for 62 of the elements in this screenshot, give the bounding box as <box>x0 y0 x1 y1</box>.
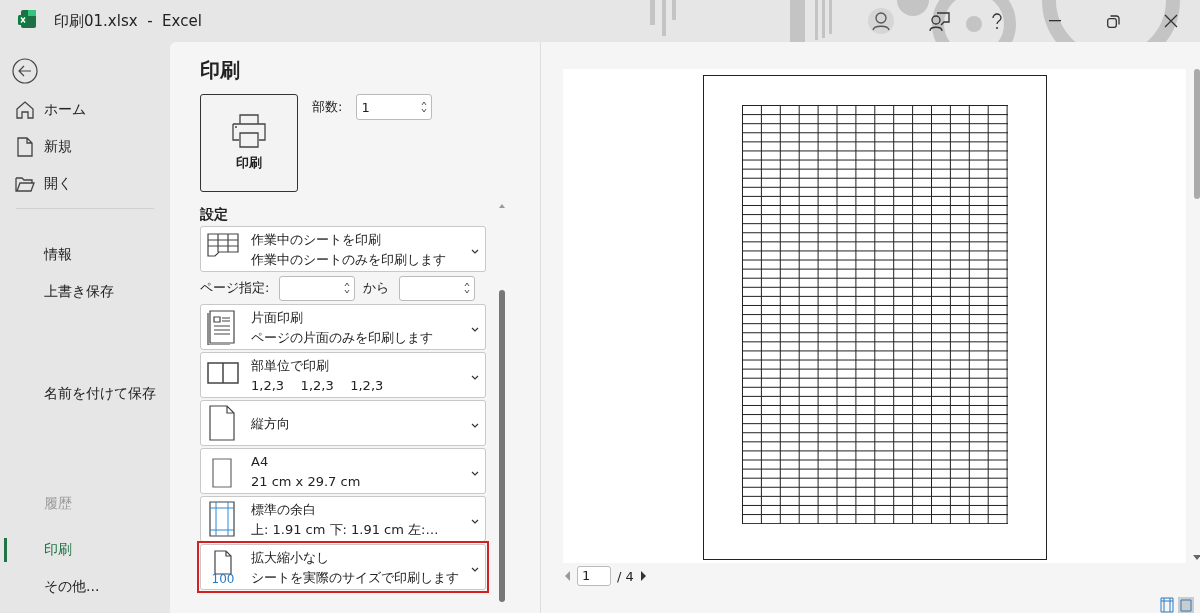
back-button[interactable] <box>12 58 38 84</box>
print-setting-dropdown[interactable]: 100 拡大縮小なし シートを実際のサイズで印刷します <box>200 544 486 590</box>
document-icon <box>15 137 35 157</box>
sidebar-item[interactable]: 情報 <box>0 241 168 269</box>
printer-icon <box>231 114 267 148</box>
sidebar-item[interactable]: 上書き保存 <box>0 278 168 306</box>
print-setting-dropdown[interactable]: 部単位で印刷 1,2,3 1,2,3 1,2,3 <box>200 352 486 398</box>
window-title: 印刷01.xlsx - Excel <box>54 11 202 31</box>
excel-logo-icon <box>18 9 36 29</box>
print-setting-dropdown[interactable]: 片面印刷 ページの片面のみを印刷します <box>200 304 486 350</box>
zoom-to-page-icon <box>1178 597 1194 613</box>
spin-arrows-icon <box>464 282 471 294</box>
page-total-label: / 4 <box>617 568 634 584</box>
sidebar-item[interactable]: 開く <box>0 170 168 198</box>
setting-description: 1,2,3 1,2,3 1,2,3 <box>251 377 385 393</box>
previous-page-icon <box>563 570 571 582</box>
setting-description: 21 cm x 29.7 cm <box>251 473 362 489</box>
sidebar-item[interactable]: ホーム <box>0 96 168 124</box>
show-margins-icon <box>1160 597 1174 613</box>
folder-icon <box>15 174 35 194</box>
setting-title: 片面印刷 <box>251 309 304 325</box>
chevron-down-icon <box>471 566 479 572</box>
print-setting-dropdown[interactable]: 作業中のシートを印刷 作業中のシートのみを印刷します <box>200 226 486 272</box>
setting-title: 拡大縮小なし <box>251 549 330 565</box>
setting-title: 作業中のシートを印刷 <box>251 231 382 247</box>
page-number-field[interactable]: 1 <box>577 566 611 586</box>
page-to-field[interactable] <box>399 275 476 301</box>
page-range-to-label: から <box>363 279 390 297</box>
spin-down-icon <box>421 108 428 113</box>
print-setting-dropdown[interactable]: A4 21 cm x 29.7 cm <box>200 448 486 494</box>
setting-description: 上: 1.91 cm 下: 1.91 cm 左:… <box>251 521 440 537</box>
setting-description: シートを実際のサイズで印刷します <box>251 569 460 585</box>
chevron-down-icon <box>471 248 479 254</box>
sidebar-item[interactable]: 印刷 <box>0 536 168 564</box>
setting-description: ページの片面のみを印刷します <box>251 329 434 345</box>
spin-up-icon <box>421 101 428 106</box>
chevron-down-icon <box>471 374 479 380</box>
spin-arrows-icon <box>344 282 351 294</box>
chevron-down-icon <box>471 326 479 332</box>
page-range-label: ページ指定: <box>200 279 270 297</box>
sidebar-item[interactable]: 新規 <box>0 133 168 161</box>
setting-title: 縦方向 <box>251 415 291 431</box>
print-setting-dropdown[interactable]: 標準の余白 上: 1.91 cm 下: 1.91 cm 左:… <box>200 496 486 542</box>
print-button[interactable]: 印刷 <box>200 94 298 192</box>
setting-title: 標準の余白 <box>251 501 317 517</box>
chevron-down-icon <box>471 422 479 428</box>
sidebar-item[interactable]: 名前を付けて保存 <box>0 380 168 408</box>
sidebar-item[interactable]: その他... <box>0 573 168 601</box>
page-heading: 印刷 <box>200 57 241 84</box>
next-page-icon <box>639 570 648 582</box>
setting-title: 部単位で印刷 <box>251 357 330 373</box>
section-heading: 設定 <box>200 206 229 224</box>
copies-label: 部数: <box>312 98 343 116</box>
home-icon <box>15 100 35 120</box>
setting-title: A4 <box>251 453 270 469</box>
print-setting-dropdown[interactable]: 縦方向 <box>200 400 486 446</box>
page-from-field[interactable] <box>279 275 356 301</box>
chevron-down-icon <box>471 470 479 476</box>
copies-spinner[interactable]: 1 <box>356 94 433 120</box>
chevron-down-icon <box>471 518 479 524</box>
setting-description: 作業中のシートのみを印刷します <box>251 251 447 267</box>
scale-percent-label: 100 <box>211 572 235 585</box>
